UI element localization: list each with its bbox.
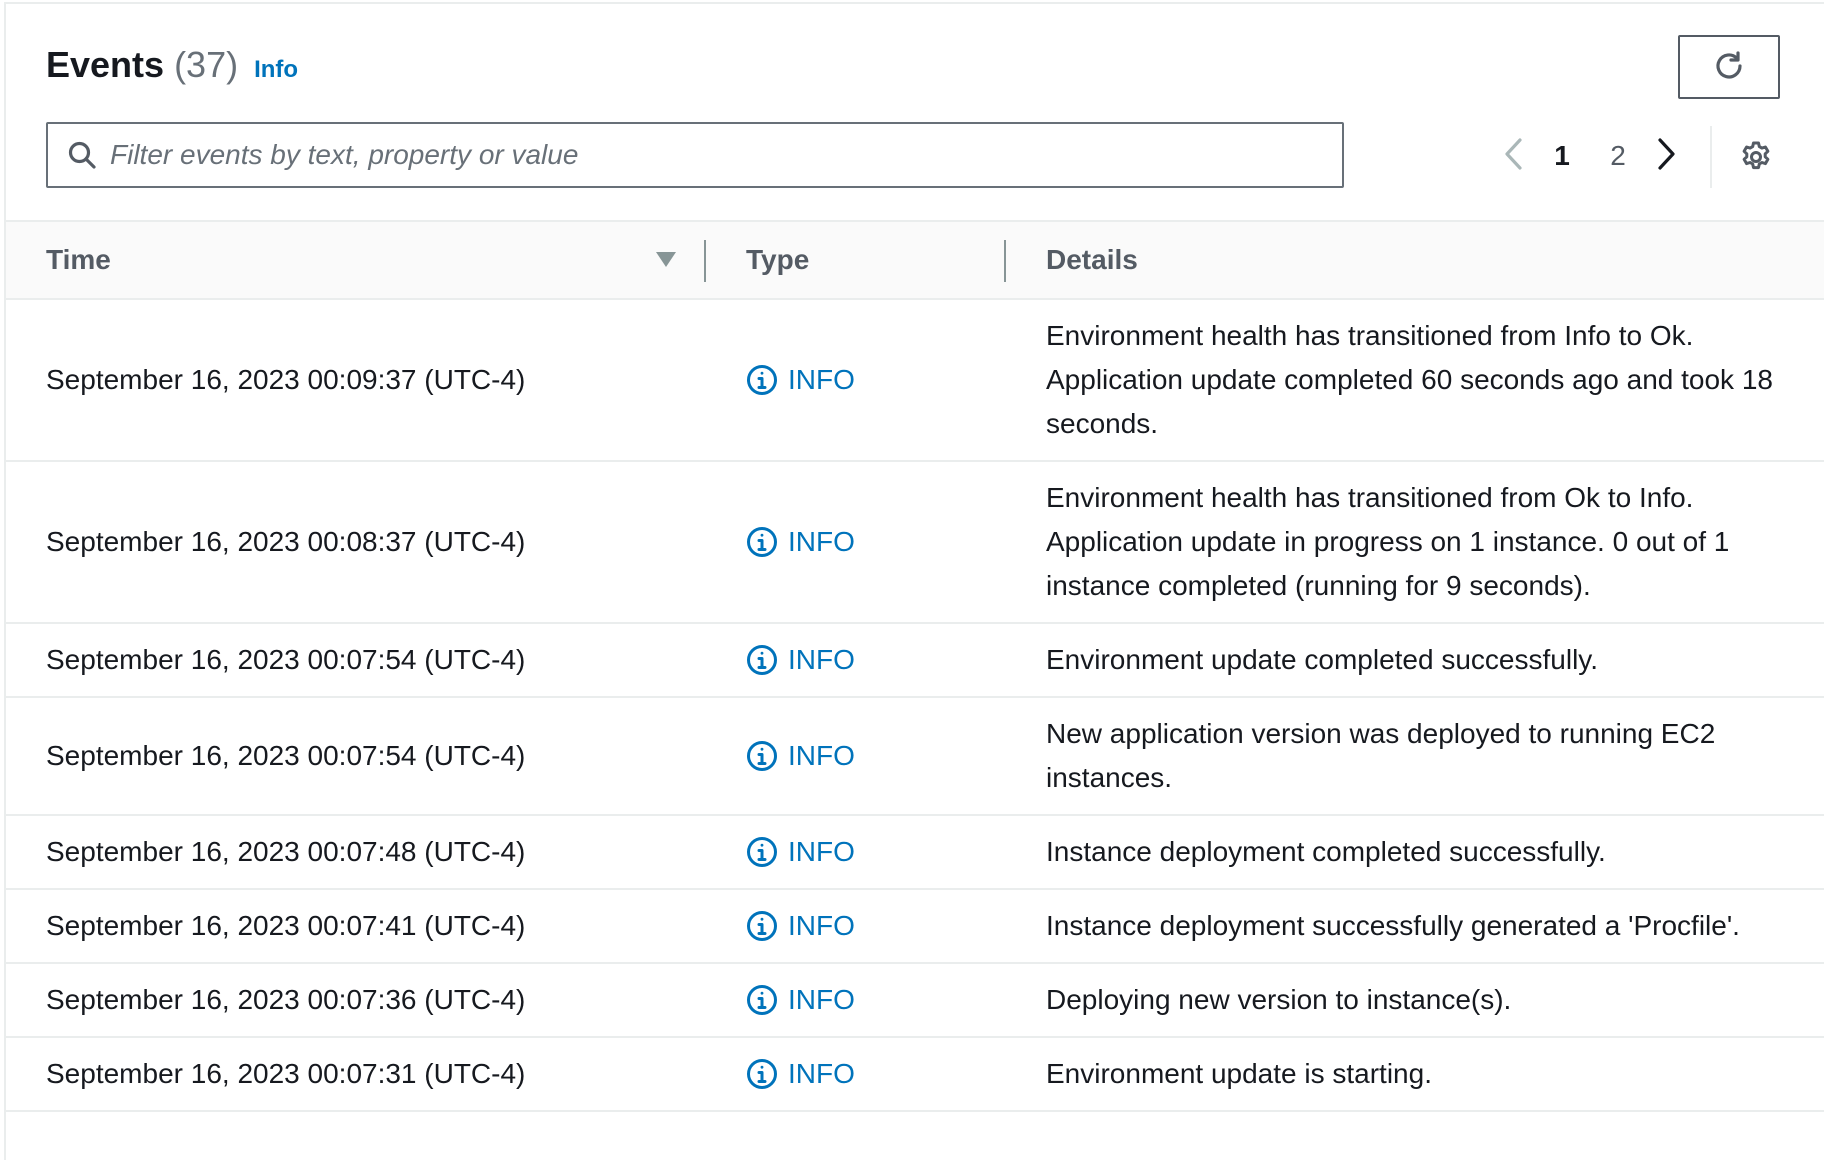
- event-time: September 16, 2023 00:07:54 (UTC-4): [46, 740, 526, 771]
- column-header-time[interactable]: Time: [46, 222, 111, 298]
- table-row: September 16, 2023 00:07:48 (UTC-4) INFO I…: [6, 816, 1824, 890]
- column-header-details[interactable]: Details: [1046, 222, 1138, 298]
- event-type-label: INFO: [788, 644, 855, 675]
- table-body: September 16, 2023 00:09:37 (UTC-4) INFO E…: [6, 300, 1824, 1112]
- event-type: INFO: [746, 984, 855, 1016]
- event-type-label: INFO: [788, 836, 855, 867]
- event-details: Environment update completed successfull…: [1046, 644, 1598, 675]
- page-title: Events: [46, 44, 165, 85]
- table-row: September 16, 2023 00:09:37 (UTC-4) INFO E…: [6, 300, 1824, 462]
- pagination: 1 2: [1494, 134, 1686, 178]
- event-type-label: INFO: [788, 526, 855, 557]
- table-row: September 16, 2023 00:07:36 (UTC-4) INFO D…: [6, 964, 1824, 1038]
- event-type: INFO: [746, 836, 855, 868]
- info-circle-icon: [746, 644, 778, 676]
- table-header: Time Type Details: [6, 220, 1824, 300]
- divider: [1710, 126, 1712, 188]
- table-row: September 16, 2023 00:08:37 (UTC-4) INFO E…: [6, 462, 1824, 624]
- info-circle-icon: [746, 984, 778, 1016]
- event-time: September 16, 2023 00:07:36 (UTC-4): [46, 984, 526, 1015]
- caret-down-icon[interactable]: [654, 250, 678, 270]
- event-type: INFO: [746, 740, 855, 772]
- gear-icon[interactable]: [1736, 137, 1776, 177]
- column-resizer[interactable]: [704, 240, 706, 282]
- event-type-label: INFO: [788, 1058, 855, 1089]
- column-header-type[interactable]: Type: [746, 222, 809, 298]
- event-time: September 16, 2023 00:07:48 (UTC-4): [46, 836, 526, 867]
- page-1-button[interactable]: 1: [1534, 140, 1590, 172]
- event-details: Environment health has transitioned from…: [1046, 482, 1730, 601]
- page-2-button[interactable]: 2: [1590, 140, 1646, 172]
- search-field[interactable]: [46, 122, 1344, 188]
- refresh-button[interactable]: [1678, 35, 1780, 99]
- event-time: September 16, 2023 00:09:37 (UTC-4): [46, 364, 526, 395]
- event-type: INFO: [746, 526, 855, 558]
- event-time: September 16, 2023 00:08:37 (UTC-4): [46, 526, 526, 557]
- event-type: INFO: [746, 1058, 855, 1090]
- event-type: INFO: [746, 364, 855, 396]
- next-page-button[interactable]: [1646, 134, 1686, 178]
- column-resizer[interactable]: [1004, 240, 1006, 282]
- event-type-label: INFO: [788, 364, 855, 395]
- event-details: Environment update is starting.: [1046, 1058, 1432, 1089]
- table-row: September 16, 2023 00:07:54 (UTC-4) INFO N…: [6, 698, 1824, 816]
- search-icon: [66, 139, 98, 171]
- table-row: September 16, 2023 00:07:41 (UTC-4) INFO I…: [6, 890, 1824, 964]
- event-details: Deploying new version to instance(s).: [1046, 984, 1512, 1015]
- chevron-left-icon: [1503, 137, 1525, 176]
- info-circle-icon: [746, 1058, 778, 1090]
- info-circle-icon: [746, 364, 778, 396]
- panel-header: Events (37) Info: [46, 44, 298, 92]
- info-link[interactable]: Info: [254, 56, 298, 84]
- info-circle-icon: [746, 526, 778, 558]
- events-count: (37): [174, 44, 239, 85]
- refresh-icon: [1712, 49, 1746, 86]
- event-type-label: INFO: [788, 740, 855, 771]
- event-details: Instance deployment successfully generat…: [1046, 910, 1740, 941]
- event-details: Instance deployment completed successful…: [1046, 836, 1606, 867]
- event-details: New application version was deployed to …: [1046, 718, 1716, 793]
- event-type-label: INFO: [788, 984, 855, 1015]
- table-row: September 16, 2023 00:07:54 (UTC-4) INFO E…: [6, 624, 1824, 698]
- event-type: INFO: [746, 910, 855, 942]
- chevron-right-icon: [1655, 137, 1677, 176]
- event-type-label: INFO: [788, 910, 855, 941]
- event-time: September 16, 2023 00:07:41 (UTC-4): [46, 910, 526, 941]
- search-input[interactable]: [110, 124, 1342, 186]
- info-circle-icon: [746, 910, 778, 942]
- event-time: September 16, 2023 00:07:54 (UTC-4): [46, 644, 526, 675]
- table-row: September 16, 2023 00:07:31 (UTC-4) INFO E…: [6, 1038, 1824, 1112]
- event-time: September 16, 2023 00:07:31 (UTC-4): [46, 1058, 526, 1089]
- event-type: INFO: [746, 644, 855, 676]
- info-circle-icon: [746, 740, 778, 772]
- info-circle-icon: [746, 836, 778, 868]
- previous-page-button[interactable]: [1494, 134, 1534, 178]
- event-details: Environment health has transitioned from…: [1046, 320, 1773, 439]
- events-panel: Events (37) Info 1 2: [4, 2, 1824, 1160]
